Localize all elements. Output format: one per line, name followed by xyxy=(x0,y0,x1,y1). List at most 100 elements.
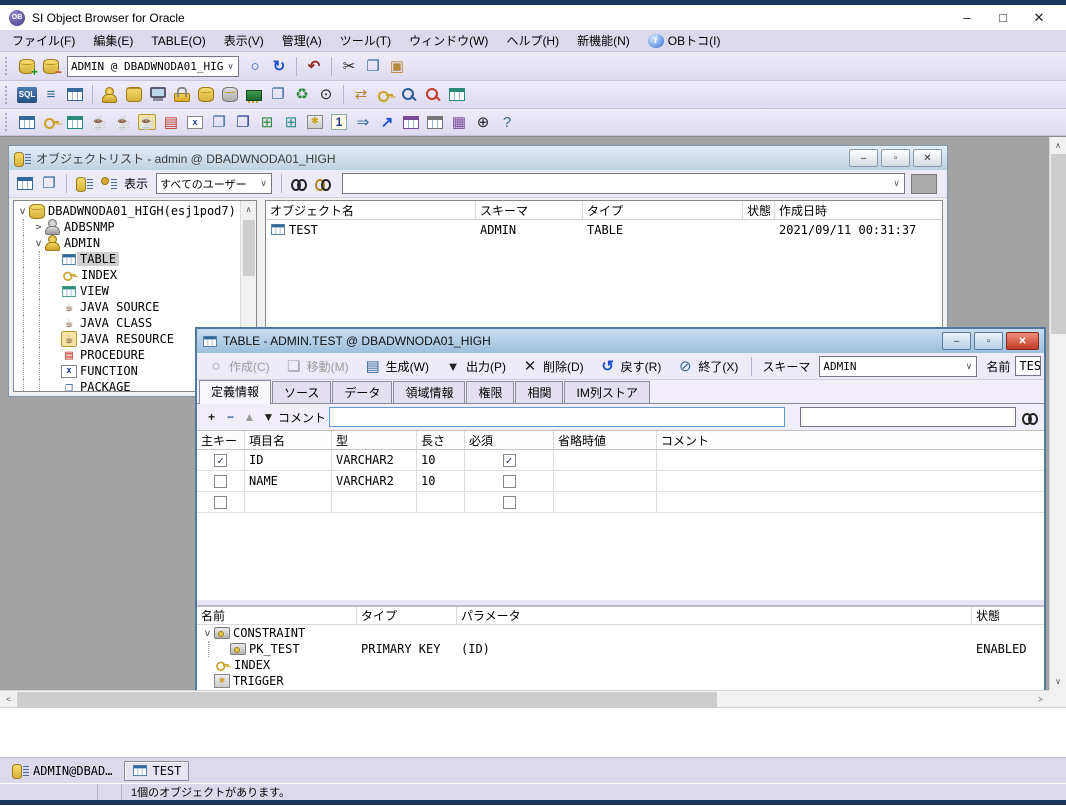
checkbox[interactable]: ✓ xyxy=(503,454,516,467)
delete-row-button[interactable]: − xyxy=(221,408,240,426)
chevron-down-icon[interactable]: ∨ xyxy=(961,361,976,372)
lock-manager-icon[interactable] xyxy=(170,84,194,106)
minimize-button[interactable]: – xyxy=(949,7,985,28)
index-object-icon[interactable] xyxy=(39,111,63,133)
type-object-icon[interactable]: ⊞ xyxy=(255,111,279,133)
grid-column-header[interactable]: 省略時値 xyxy=(554,431,657,449)
menu-edit[interactable]: 編集(E) xyxy=(84,30,142,51)
type-body-object-icon[interactable]: ⊞ xyxy=(279,111,303,133)
java-class-object-icon[interactable]: ☕ xyxy=(111,111,135,133)
paste-icon[interactable]: ▣ xyxy=(385,55,409,77)
search-exec-button[interactable] xyxy=(911,174,937,194)
mdi-vertical-scrollbar[interactable]: ∧ ∨ xyxy=(1049,137,1066,690)
minimize-button[interactable]: – xyxy=(942,332,971,350)
tab-related[interactable]: 相関 xyxy=(515,381,563,403)
menu-file[interactable]: ファイル(F) xyxy=(3,30,84,51)
related-row-trigger[interactable]: ✱TRIGGER xyxy=(197,673,1044,689)
minimize-button[interactable]: – xyxy=(849,149,878,167)
database-manager-icon[interactable] xyxy=(122,84,146,106)
object-filter-icon[interactable] xyxy=(72,173,96,195)
revert-button[interactable]: ↺戻す(R) xyxy=(592,355,670,377)
menu-tools[interactable]: ツール(T) xyxy=(331,30,400,51)
maximize-button[interactable]: □ xyxy=(985,7,1021,28)
find-next-icon[interactable] xyxy=(311,173,335,195)
expander-icon[interactable]: v xyxy=(201,628,214,639)
expander-icon[interactable]: > xyxy=(32,222,45,233)
scrollbar-thumb[interactable] xyxy=(1051,154,1066,334)
close-button[interactable]: ✕ xyxy=(1021,7,1057,28)
delete-button[interactable]: ✕削除(D) xyxy=(514,355,592,377)
sql-editor-icon[interactable]: SQL xyxy=(15,84,39,106)
undo-icon[interactable]: ↶ xyxy=(302,55,326,77)
java-resource-object-icon[interactable]: ☕ xyxy=(135,111,159,133)
tab-im-column-store[interactable]: IM列ストア xyxy=(564,381,649,403)
output-button[interactable]: ▼出力(P) xyxy=(437,355,514,377)
view-object-icon[interactable] xyxy=(63,111,87,133)
menu-table[interactable]: TABLE(O) xyxy=(142,30,214,51)
move-button[interactable]: ❏移動(M) xyxy=(278,355,357,377)
package-object-icon[interactable]: ❐ xyxy=(207,111,231,133)
column-header[interactable]: 状態 xyxy=(743,201,775,219)
user-filter-combo[interactable]: すべてのユーザー ∨ xyxy=(156,173,272,194)
object-row-test[interactable]: TESTADMINTABLE2021/09/11 00:31:37202 xyxy=(266,220,942,239)
export-import-icon[interactable]: ⇄ xyxy=(349,84,373,106)
materialized-view-object-icon[interactable] xyxy=(399,111,423,133)
column-row-0[interactable]: ✓IDVARCHAR210✓ xyxy=(197,450,1044,471)
user-filter-icon[interactable] xyxy=(96,173,120,195)
tree-item-java-source[interactable]: ☕JAVA SOURCE xyxy=(16,299,239,315)
table-object-icon[interactable] xyxy=(15,111,39,133)
related-column-header[interactable]: 名前 xyxy=(197,607,357,624)
chevron-down-icon[interactable]: ∨ xyxy=(256,178,271,189)
find-icon[interactable] xyxy=(287,173,311,195)
grid-column-header[interactable]: 項目名 xyxy=(245,431,332,449)
synonym-object-icon[interactable]: ⇒ xyxy=(351,111,375,133)
tree-item-table[interactable]: TABLE xyxy=(16,251,239,267)
checkbox[interactable] xyxy=(214,475,227,488)
commit-icon[interactable]: ○ xyxy=(243,55,267,77)
tablespace-icon[interactable] xyxy=(194,84,218,106)
cut-icon[interactable]: ✂ xyxy=(337,55,361,77)
column-row-2[interactable] xyxy=(197,492,1044,513)
objectlist-switch-icon[interactable]: ❐ xyxy=(37,173,61,195)
chevron-down-icon[interactable]: ∨ xyxy=(889,178,904,189)
grid-column-header[interactable]: コメント xyxy=(657,431,1044,449)
search-input[interactable]: ∨ xyxy=(342,173,905,194)
find-icon[interactable] xyxy=(1022,411,1039,424)
tab-source[interactable]: ソース xyxy=(272,381,331,403)
dblink-object-icon[interactable]: ↗ xyxy=(375,111,399,133)
tree-item-adbsnmp[interactable]: >ADBSNMP xyxy=(16,219,239,235)
related-row-pk-test[interactable]: PK_TESTPRIMARY KEY(ID)ENABLED xyxy=(197,641,1044,657)
session-window-button[interactable]: ADMIN@DBAD… xyxy=(4,760,120,781)
sequence-object-icon[interactable]: 1 xyxy=(327,111,351,133)
add-row-button[interactable]: + xyxy=(202,408,221,426)
procedure-object-icon[interactable]: ▤ xyxy=(159,111,183,133)
grid-column-header[interactable]: 必須 xyxy=(465,431,554,449)
tab-definition[interactable]: 定義情報 xyxy=(199,380,271,404)
user-manager-icon[interactable] xyxy=(98,84,122,106)
redo-log-icon[interactable]: ❐ xyxy=(266,84,290,106)
checkbox[interactable] xyxy=(503,475,516,488)
help-object-icon[interactable]: ? xyxy=(495,111,519,133)
table-compare-icon[interactable] xyxy=(445,84,469,106)
move-row-down-button[interactable]: ▼ xyxy=(259,408,278,426)
mview-log-object-icon[interactable] xyxy=(423,111,447,133)
menu-window[interactable]: ウィンドウ(W) xyxy=(400,30,497,51)
related-column-header[interactable]: タイプ xyxy=(357,607,457,624)
sql-search-icon[interactable] xyxy=(397,84,421,106)
trigger-object-icon[interactable]: ✱ xyxy=(303,111,327,133)
function-object-icon[interactable]: x xyxy=(183,111,207,133)
chevron-down-icon[interactable]: ∨ xyxy=(223,61,238,72)
grid-column-header[interactable]: 長さ xyxy=(417,431,465,449)
schema-combo[interactable]: ADMIN ∨ xyxy=(819,356,977,377)
expander-icon[interactable]: v xyxy=(16,206,29,217)
checkbox[interactable]: ✓ xyxy=(214,454,227,467)
close-icon[interactable]: ✕ xyxy=(913,149,942,167)
grid-column-header[interactable]: 主キー xyxy=(197,431,245,449)
tree-item-view[interactable]: VIEW xyxy=(16,283,239,299)
name-input[interactable]: TEST xyxy=(1015,356,1041,376)
mdi-horizontal-scrollbar[interactable]: < > xyxy=(0,690,1049,707)
rollback-icon[interactable]: ↻ xyxy=(267,55,291,77)
menu-admin[interactable]: 管理(A) xyxy=(273,30,331,51)
package-body-object-icon[interactable]: ❐ xyxy=(231,111,255,133)
scroll-right-icon[interactable]: > xyxy=(1032,691,1049,707)
